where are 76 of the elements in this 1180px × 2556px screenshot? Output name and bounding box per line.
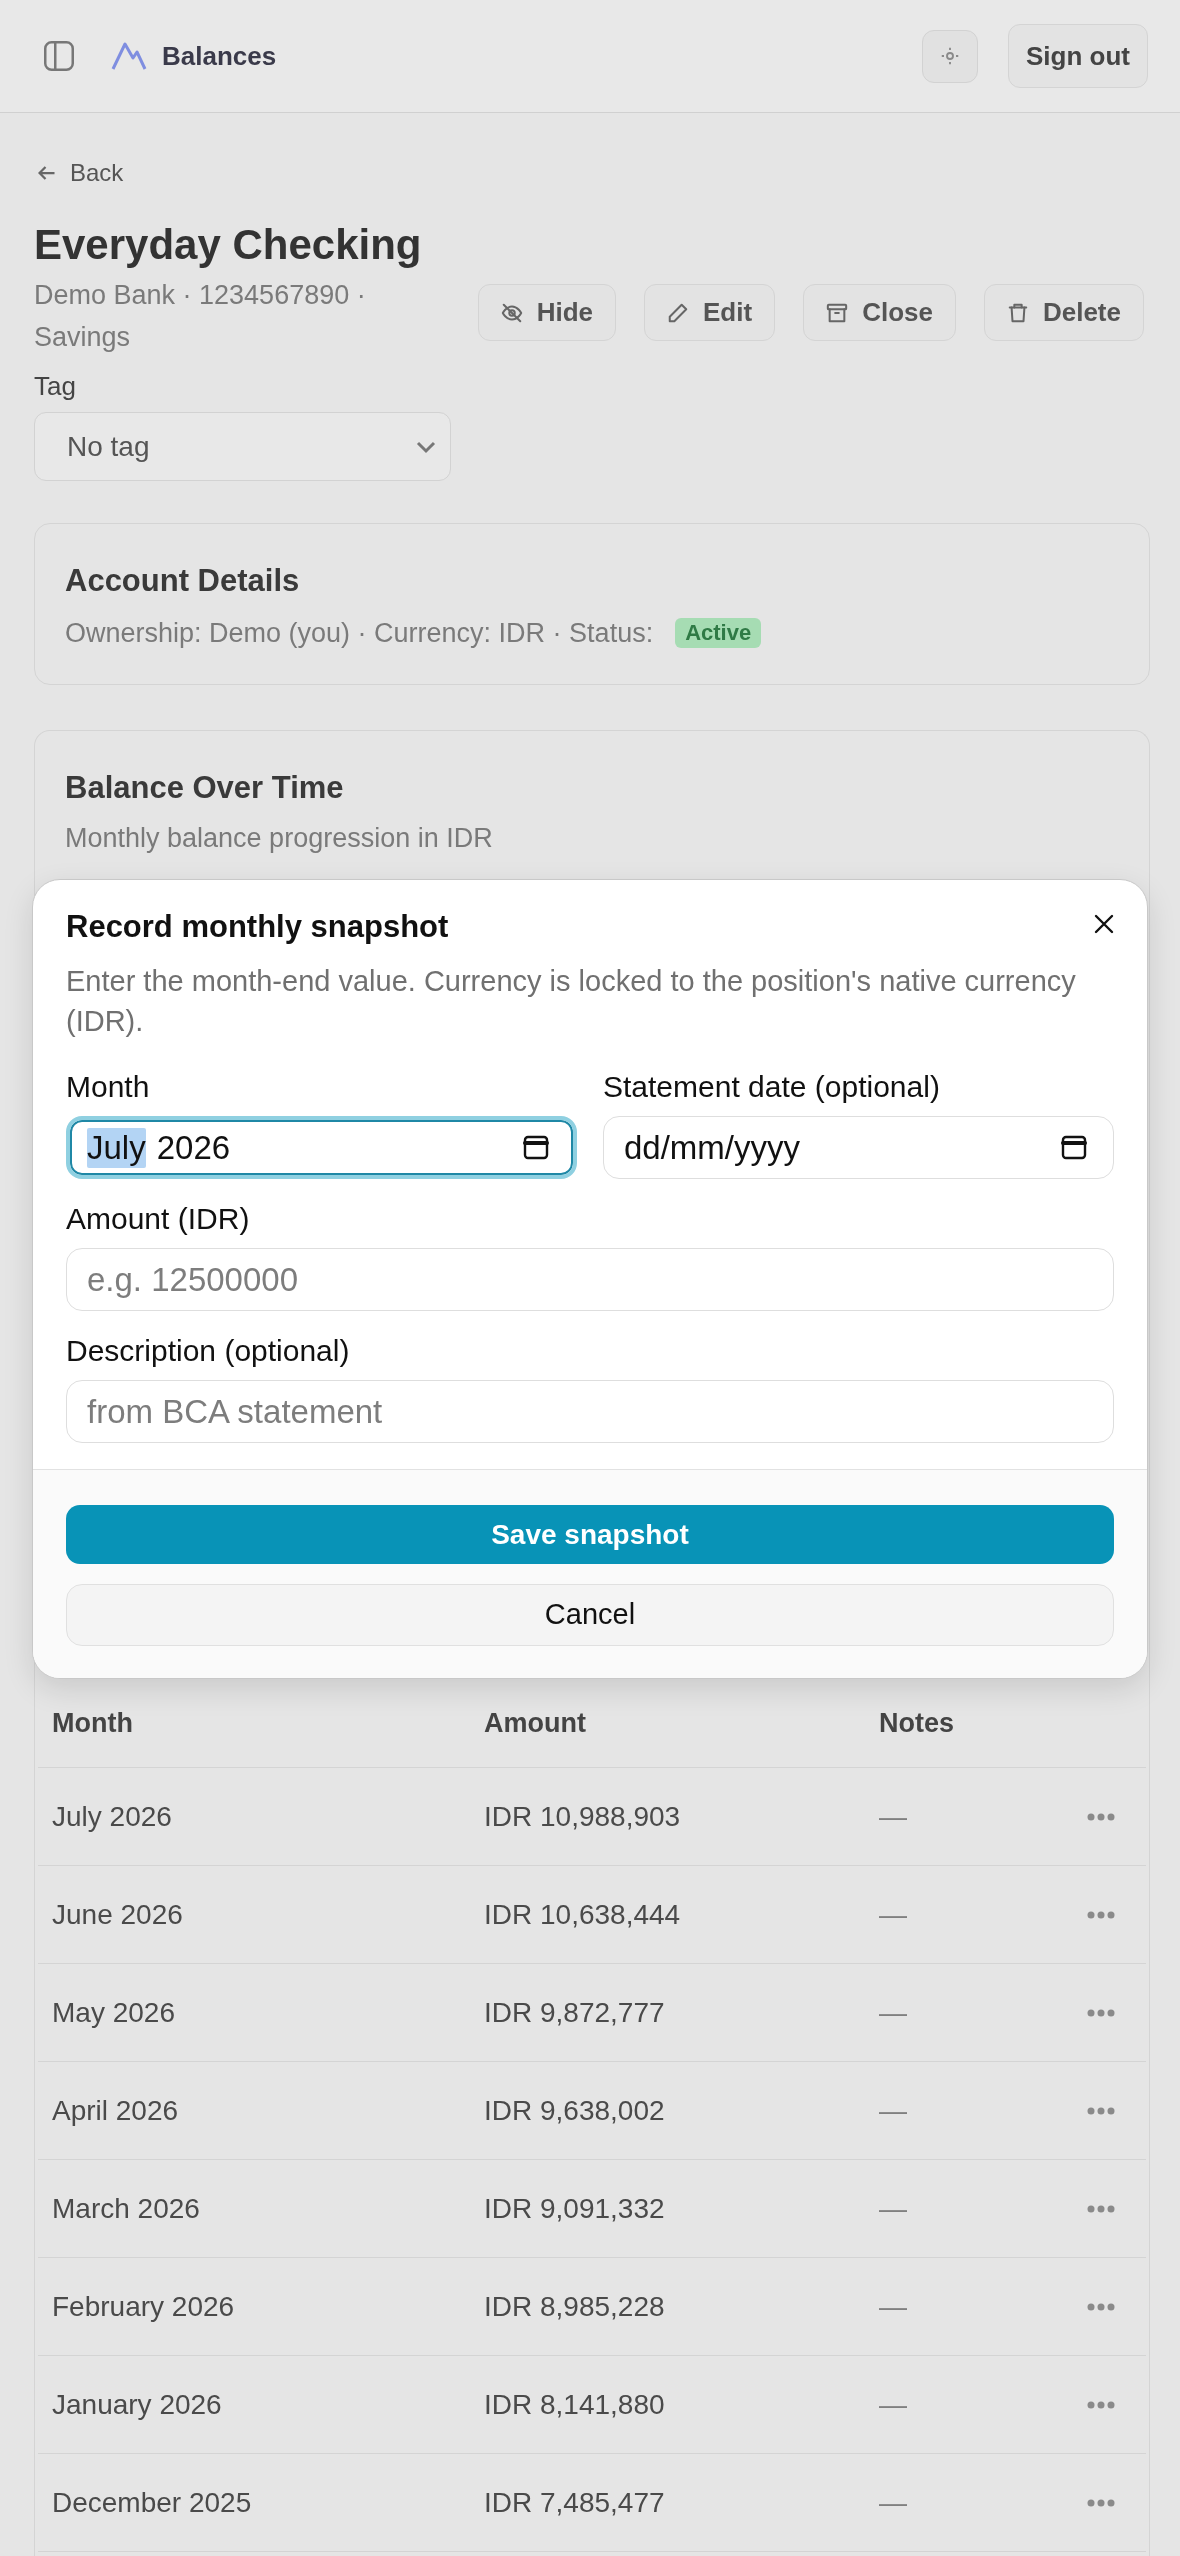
input-field[interactable]: e.g. 12500000 xyxy=(66,1248,1114,1311)
sign-out-button[interactable]: Sign out xyxy=(1008,24,1148,88)
account-details-text: Ownership: Demo (you) · Currency: IDR · Status: xyxy=(65,617,654,650)
more-icon[interactable] xyxy=(1085,1909,1116,1920)
arrow-left-icon xyxy=(38,164,56,182)
action-button[interactable]: Close xyxy=(803,284,956,341)
more-icon[interactable] xyxy=(1085,2007,1116,2018)
field-label: Statement date (optional) xyxy=(603,1069,941,1105)
calendar-icon xyxy=(523,1134,549,1161)
table-cell-text: — xyxy=(878,2191,908,2226)
action-button[interactable]: Delete xyxy=(983,284,1144,341)
more-icon[interactable] xyxy=(1085,2497,1116,2508)
table-cell-text: — xyxy=(878,1897,908,1932)
card-title: Account Details xyxy=(65,562,301,600)
table-cell-text: IDR 9,091,332 xyxy=(483,2191,666,2226)
month-field[interactable]: July 2026 xyxy=(66,1116,577,1179)
table-cell-text: IDR 10,988,903 xyxy=(483,1799,682,1834)
table-cell-text: IDR 7,485,477 xyxy=(483,2485,666,2520)
column-header: Amount xyxy=(483,1707,587,1741)
table-cell-text: — xyxy=(878,1995,908,2030)
table-cell-text: — xyxy=(878,2485,908,2520)
save-button[interactable]: Save snapshot xyxy=(66,1505,1114,1564)
sidebar-icon[interactable] xyxy=(44,41,74,71)
table-cell-text: March 2026 xyxy=(51,2191,201,2226)
more-icon[interactable] xyxy=(1085,2399,1116,2410)
status-badge: Active xyxy=(675,618,762,648)
close-icon[interactable] xyxy=(1094,914,1114,934)
brand-name: Balances xyxy=(162,40,277,72)
table-cell-text: — xyxy=(878,2387,908,2422)
trash-icon xyxy=(1006,301,1029,324)
dialog-description: Enter the month-end value. Currency is locked to the position's native currency (IDR). xyxy=(66,964,1077,1039)
more-icon[interactable] xyxy=(1085,2301,1116,2312)
table-cell-text: December 2025 xyxy=(51,2485,253,2520)
more-icon[interactable] xyxy=(1085,2105,1116,2116)
more-icon[interactable] xyxy=(1085,1811,1116,1822)
table-cell-text: January 2026 xyxy=(51,2387,223,2422)
back-link[interactable]: Back xyxy=(38,159,124,187)
table-cell-text: IDR 8,141,880 xyxy=(483,2387,666,2422)
table-cell-text: February 2026 xyxy=(51,2289,236,2324)
tag-label: Tag xyxy=(34,370,77,403)
input-field[interactable]: from BCA statement xyxy=(66,1380,1114,1443)
table-cell-text: — xyxy=(878,1799,908,1834)
date-segment[interactable]: July xyxy=(87,1127,146,1168)
account-subtitle: Demo Bank · 1234567890 · Savings xyxy=(34,279,367,354)
table-cell-text: IDR 9,638,002 xyxy=(483,2093,666,2128)
table-cell-text: May 2026 xyxy=(51,1995,176,2030)
column-header: Month xyxy=(51,1707,134,1741)
field-label: Amount (IDR) xyxy=(66,1201,251,1237)
table-cell-text: IDR 9,872,777 xyxy=(483,1995,666,2030)
calendar-icon xyxy=(1061,1134,1087,1161)
table-cell-text: April 2026 xyxy=(51,2093,180,2128)
dialog-title: Record monthly snapshot xyxy=(66,909,449,945)
card-subtitle: Monthly balance progression in IDR xyxy=(64,822,494,855)
sun-icon xyxy=(941,47,959,65)
field-label: Description (optional) xyxy=(66,1333,351,1369)
table-cell-text: — xyxy=(878,2289,908,2324)
more-icon[interactable] xyxy=(1085,2203,1116,2214)
table-cell-text: July 2026 xyxy=(51,1799,173,1834)
table-cell-text: June 2026 xyxy=(51,1897,184,1932)
column-header: Notes xyxy=(878,1707,955,1741)
pencil-icon xyxy=(667,301,690,324)
action-button[interactable]: Hide xyxy=(477,284,617,341)
action-button[interactable]: Edit xyxy=(644,284,776,341)
logo-icon[interactable] xyxy=(111,41,147,71)
field-label: Month xyxy=(66,1069,151,1105)
table-cell-text: IDR 8,985,228 xyxy=(483,2289,666,2324)
table-cell-text: — xyxy=(878,2093,908,2128)
account-title: Everyday Checking xyxy=(34,220,423,270)
tag-select[interactable]: No tag xyxy=(34,412,451,481)
archive-icon xyxy=(826,301,849,324)
card-title: Balance Over Time xyxy=(64,769,345,807)
caret-icon xyxy=(416,439,436,454)
cancel-button[interactable]: Cancel xyxy=(66,1584,1114,1646)
table-cell-text: IDR 10,638,444 xyxy=(483,1897,682,1932)
date-field[interactable]: dd/mm/yyyy xyxy=(603,1116,1114,1179)
eye-slash-icon xyxy=(500,301,523,324)
